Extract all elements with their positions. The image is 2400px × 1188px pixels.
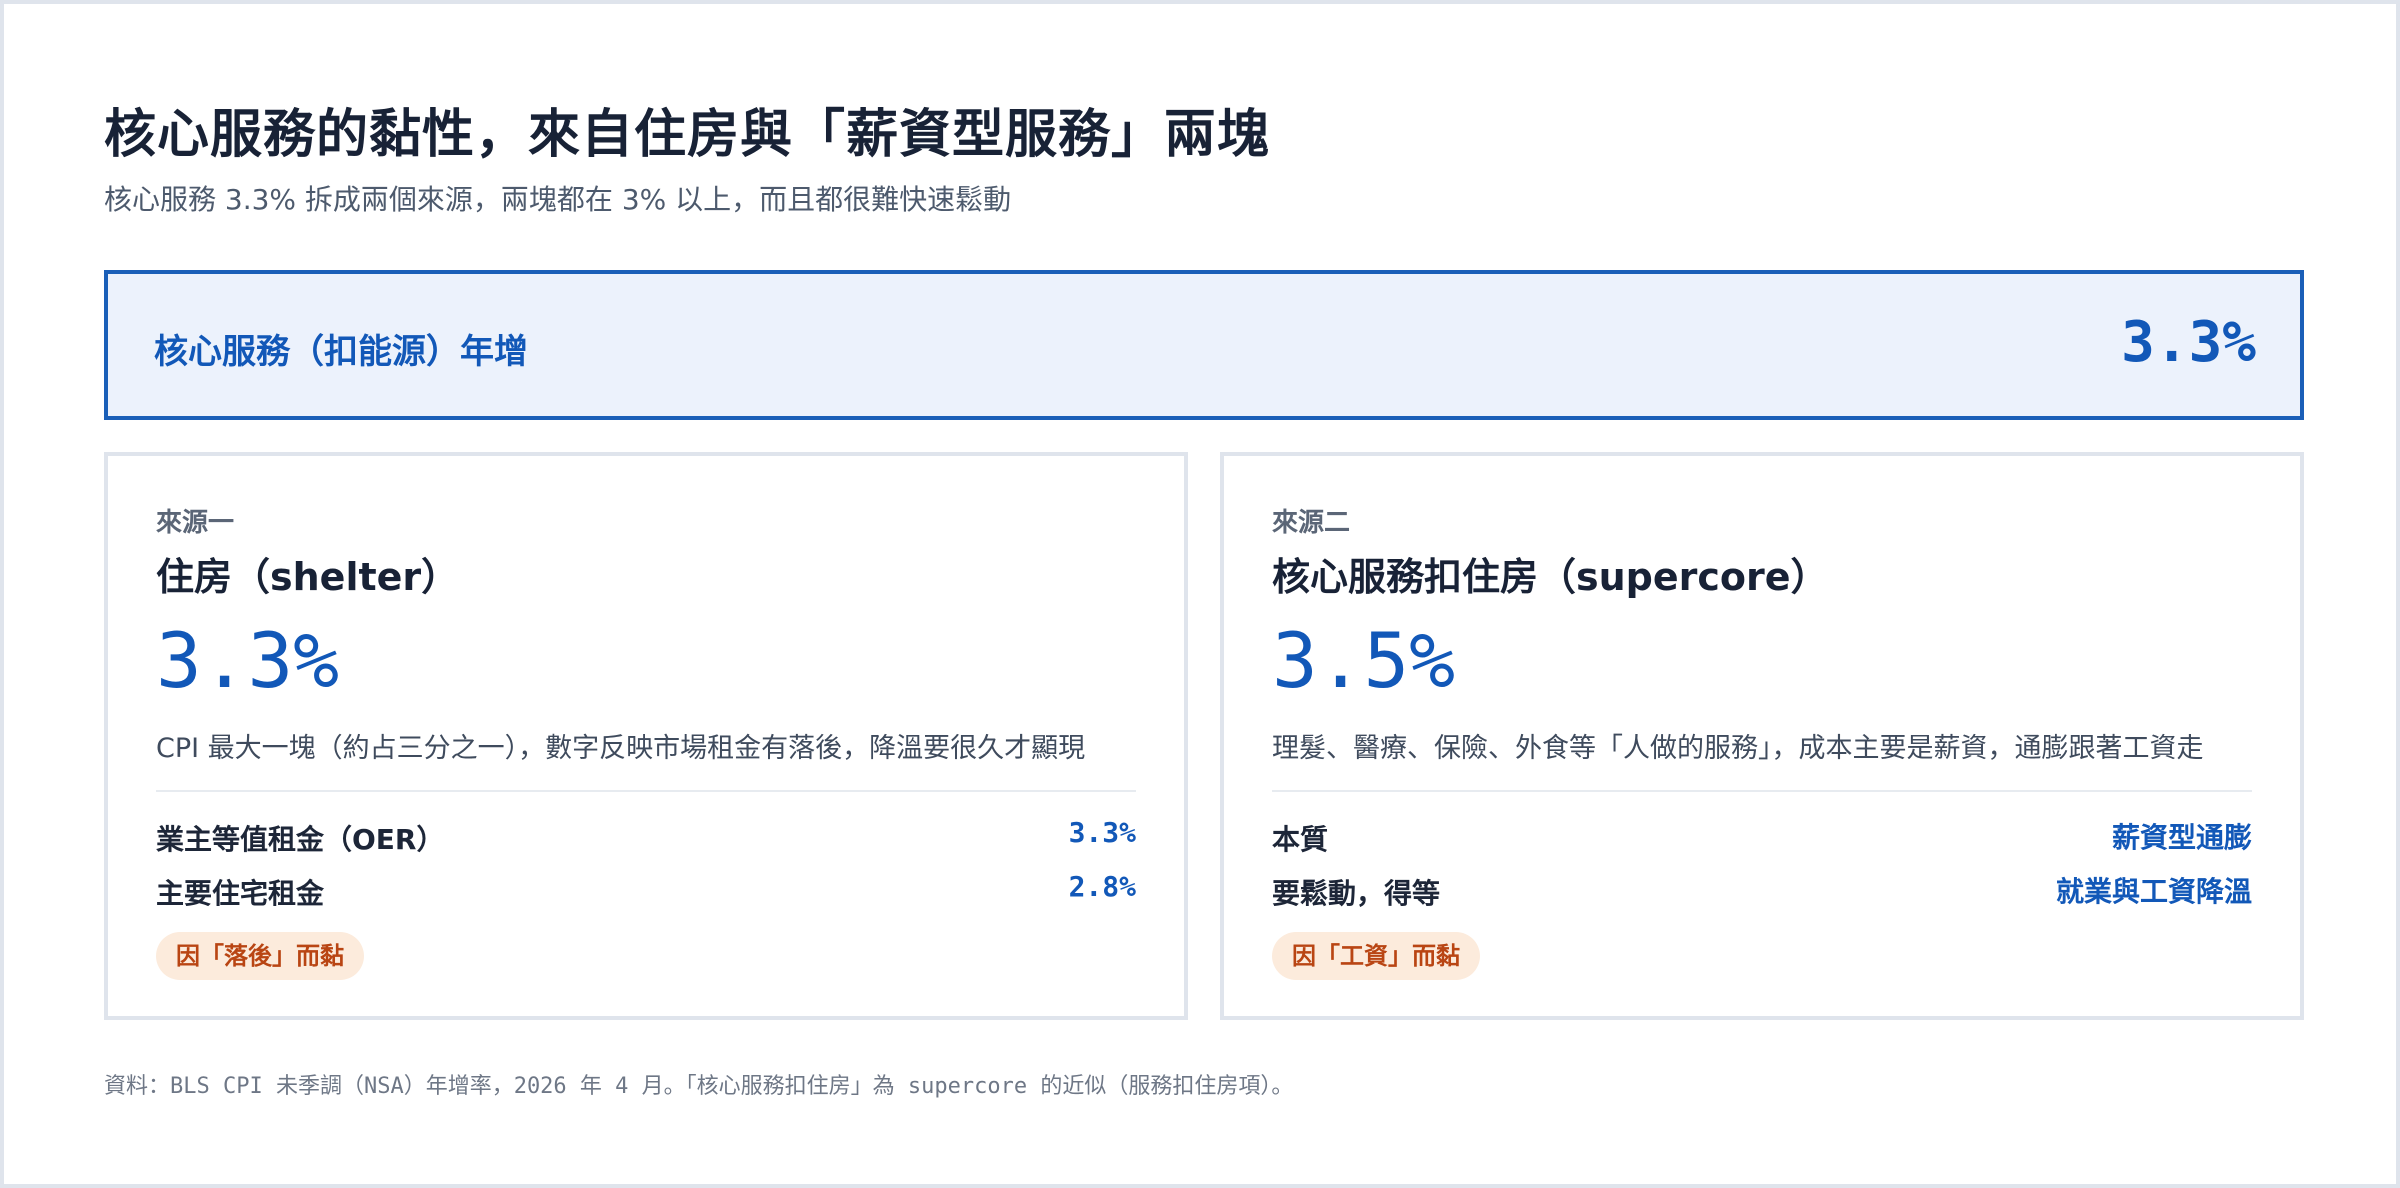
row-value: 薪資型通膨 (2111, 821, 2252, 854)
card-description: 理髮、醫療、保險、外食等「人做的服務」，成本主要是薪資，通膨跟著工資走 (1272, 733, 2204, 764)
card-description: CPI 最大一塊（約占三分之一），數字反映市場租金有落後，降溫要很久才顯現 (156, 733, 1086, 764)
page-subtitle: 核心服務 3.3% 拆成兩個來源，兩塊都在 3% 以上，而且都很難快速鬆動 (104, 183, 1012, 216)
stickiness-tag: 因「工資」而黏 (1272, 932, 1480, 980)
row-value: 3.3% (1068, 816, 1136, 849)
core-services-banner: 核心服務（扣能源）年增 3.3% (104, 270, 2304, 420)
page-frame: 核心服務的黏性，來自住房與「薪資型服務」兩塊 核心服務 3.3% 拆成兩個來源，… (0, 0, 2400, 1188)
row-value: 2.8% (1068, 870, 1136, 903)
row-label: 業主等值租金（OER） (156, 823, 445, 856)
card-title: 核心服務扣住房（supercore） (1272, 555, 1829, 599)
source-footnote: 資料：BLS CPI 未季調（NSA）年增率，2026 年 4 月。「核心服務扣… (104, 1074, 1294, 1099)
stickiness-tag: 因「落後」而黏 (156, 932, 364, 980)
row-label: 本質 (1272, 823, 1329, 856)
row-label: 要鬆動，得等 (1272, 877, 1441, 910)
card-value: 3.3% (156, 616, 340, 705)
page-title: 核心服務的黏性，來自住房與「薪資型服務」兩塊 (104, 105, 1271, 165)
card-row: 主要住宅租金 2.8% (156, 870, 1136, 912)
card-kicker: 來源二 (1272, 508, 1351, 538)
source-card-shelter: 來源一 住房（shelter） 3.3% CPI 最大一塊（約占三分之一），數字… (104, 452, 1188, 1020)
source-card-supercore: 來源二 核心服務扣住房（supercore） 3.5% 理髮、醫療、保險、外食等… (1220, 452, 2304, 1020)
card-divider (156, 790, 1136, 792)
card-row: 本質 薪資型通膨 (1272, 818, 2252, 858)
card-divider (1272, 790, 2252, 792)
banner-value: 3.3% (2121, 310, 2256, 375)
card-row: 要鬆動，得等 就業與工資降溫 (1272, 872, 2252, 912)
row-value: 就業與工資降溫 (2055, 875, 2252, 908)
card-kicker: 來源一 (156, 508, 235, 538)
card-row: 業主等值租金（OER） 3.3% (156, 816, 1136, 858)
card-value: 3.5% (1272, 616, 1456, 705)
card-title: 住房（shelter） (156, 555, 460, 599)
row-label: 主要住宅租金 (156, 877, 325, 910)
banner-label: 核心服務（扣能源）年增 (154, 332, 528, 372)
